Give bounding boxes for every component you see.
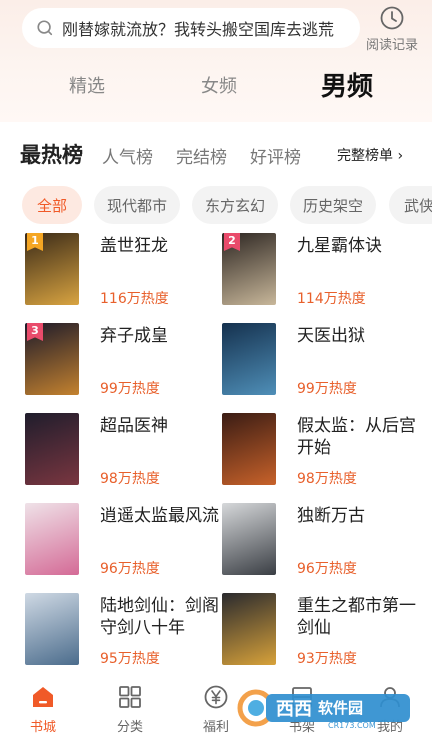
tab-female[interactable]: 女频 <box>194 72 244 98</box>
top-header: 刚替嫁就流放？我转头搬空国库去逃荒 阅读记录 精选 女频 男频 <box>0 0 432 122</box>
book-title[interactable]: 天医出狱 <box>297 325 419 347</box>
category-all[interactable]: 全部 <box>22 186 82 224</box>
book-cover[interactable] <box>25 593 79 665</box>
svg-text:西西: 西西 <box>276 699 312 720</box>
book-title[interactable]: 盖世狂龙 <box>100 235 222 257</box>
book-item[interactable]: 重生之都市第一剑仙 93万热度 <box>222 593 422 673</box>
book-item[interactable]: 陆地剑仙：剑阁守剑八十年 95万热度 <box>25 593 225 673</box>
home-icon <box>33 687 53 707</box>
cover-image <box>222 323 276 395</box>
tab-top-rated[interactable]: 好评榜 <box>250 143 301 168</box>
book-title[interactable]: 独断万古 <box>297 505 419 527</box>
book-cover[interactable] <box>222 323 276 395</box>
ranking-title[interactable]: 最热榜 <box>20 139 83 169</box>
search-placeholder: 刚替嫁就流放？我转头搬空国库去逃荒 <box>62 20 335 39</box>
book-heat: 114万热度 <box>297 291 366 307</box>
cover-image <box>25 503 79 575</box>
book-heat: 95万热度 <box>100 651 160 667</box>
book-title[interactable]: 超品医神 <box>100 415 222 437</box>
book-heat: 96万热度 <box>100 561 160 577</box>
nav-bookstore[interactable]: 书城 <box>13 684 73 735</box>
book-heat: 96万热度 <box>297 561 357 577</box>
cover-image <box>222 503 276 575</box>
category-history[interactable]: 历史架空 <box>290 186 376 224</box>
search-icon <box>37 20 53 36</box>
grid-icon <box>119 686 141 708</box>
full-ranking-link[interactable]: 完整榜单 › <box>337 145 403 165</box>
book-item[interactable]: 3 弃子成皇 99万热度 <box>25 323 225 403</box>
category-wuxia[interactable]: 武侠 <box>389 186 432 224</box>
reading-history-button[interactable]: 阅读记录 <box>360 5 424 55</box>
book-title[interactable]: 假太监：从后宫开始 <box>297 415 419 459</box>
cover-image <box>25 593 79 665</box>
channel-tabs: 精选 女频 男频 <box>0 62 432 106</box>
category-fantasy[interactable]: 东方玄幻 <box>192 186 278 224</box>
book-item[interactable]: 2 九星霸体诀 114万热度 <box>222 233 422 313</box>
book-cover[interactable] <box>222 503 276 575</box>
book-item[interactable]: 1 盖世狂龙 116万热度 <box>25 233 225 313</box>
book-item[interactable]: 假太监：从后宫开始 98万热度 <box>222 413 422 493</box>
book-heat: 99万热度 <box>297 381 357 397</box>
book-cover[interactable] <box>25 503 79 575</box>
search-input[interactable]: 刚替嫁就流放？我转头搬空国库去逃荒 <box>22 8 360 48</box>
book-title[interactable]: 陆地剑仙：剑阁守剑八十年 <box>100 595 222 639</box>
svg-text:软件园: 软件园 <box>318 699 363 717</box>
book-cover[interactable]: 2 <box>222 233 276 305</box>
book-title[interactable]: 弃子成皇 <box>100 325 222 347</box>
book-cover[interactable]: 1 <box>25 233 79 305</box>
tab-completed[interactable]: 完结榜 <box>176 143 227 168</box>
cover-image <box>25 413 79 485</box>
book-title[interactable]: 逍遥太监最风流 <box>100 505 222 527</box>
svg-text:CR173.COM: CR173.COM <box>328 721 376 730</box>
book-cover[interactable] <box>25 413 79 485</box>
nav-label: 书城 <box>29 720 56 735</box>
book-title[interactable]: 九星霸体诀 <box>297 235 419 257</box>
ranking-header: 最热榜 人气榜 完结榜 好评榜 完整榜单 › <box>0 132 432 176</box>
tab-popularity[interactable]: 人气榜 <box>102 143 153 168</box>
tab-male[interactable]: 男频 <box>314 66 380 103</box>
reading-history-label: 阅读记录 <box>365 38 418 53</box>
book-cover[interactable] <box>222 413 276 485</box>
book-item[interactable]: 独断万古 96万热度 <box>222 503 422 583</box>
book-item[interactable]: 超品医神 98万热度 <box>25 413 225 493</box>
book-item[interactable]: 天医出狱 99万热度 <box>222 323 422 403</box>
category-chips: 全部 现代都市 东方玄幻 历史架空 武侠 <box>0 186 432 226</box>
book-cover[interactable] <box>222 593 276 665</box>
book-heat: 98万热度 <box>297 471 357 487</box>
book-title[interactable]: 重生之都市第一剑仙 <box>297 595 419 639</box>
nav-category[interactable]: 分类 <box>100 684 160 735</box>
cover-image <box>222 413 276 485</box>
book-heat: 116万热度 <box>100 291 169 307</box>
clock-icon <box>380 6 404 30</box>
book-item[interactable]: 逍遥太监最风流 96万热度 <box>25 503 225 583</box>
tab-featured[interactable]: 精选 <box>62 72 112 98</box>
category-urban[interactable]: 现代都市 <box>94 186 180 224</box>
book-heat: 93万热度 <box>297 651 357 667</box>
book-heat: 98万热度 <box>100 471 160 487</box>
watermark-logo: 西西 软件园 CR173.COM <box>237 689 410 730</box>
nav-label: 分类 <box>116 720 143 735</box>
book-cover[interactable]: 3 <box>25 323 79 395</box>
cover-image <box>222 593 276 665</box>
yen-icon <box>204 685 228 709</box>
book-heat: 99万热度 <box>100 381 160 397</box>
